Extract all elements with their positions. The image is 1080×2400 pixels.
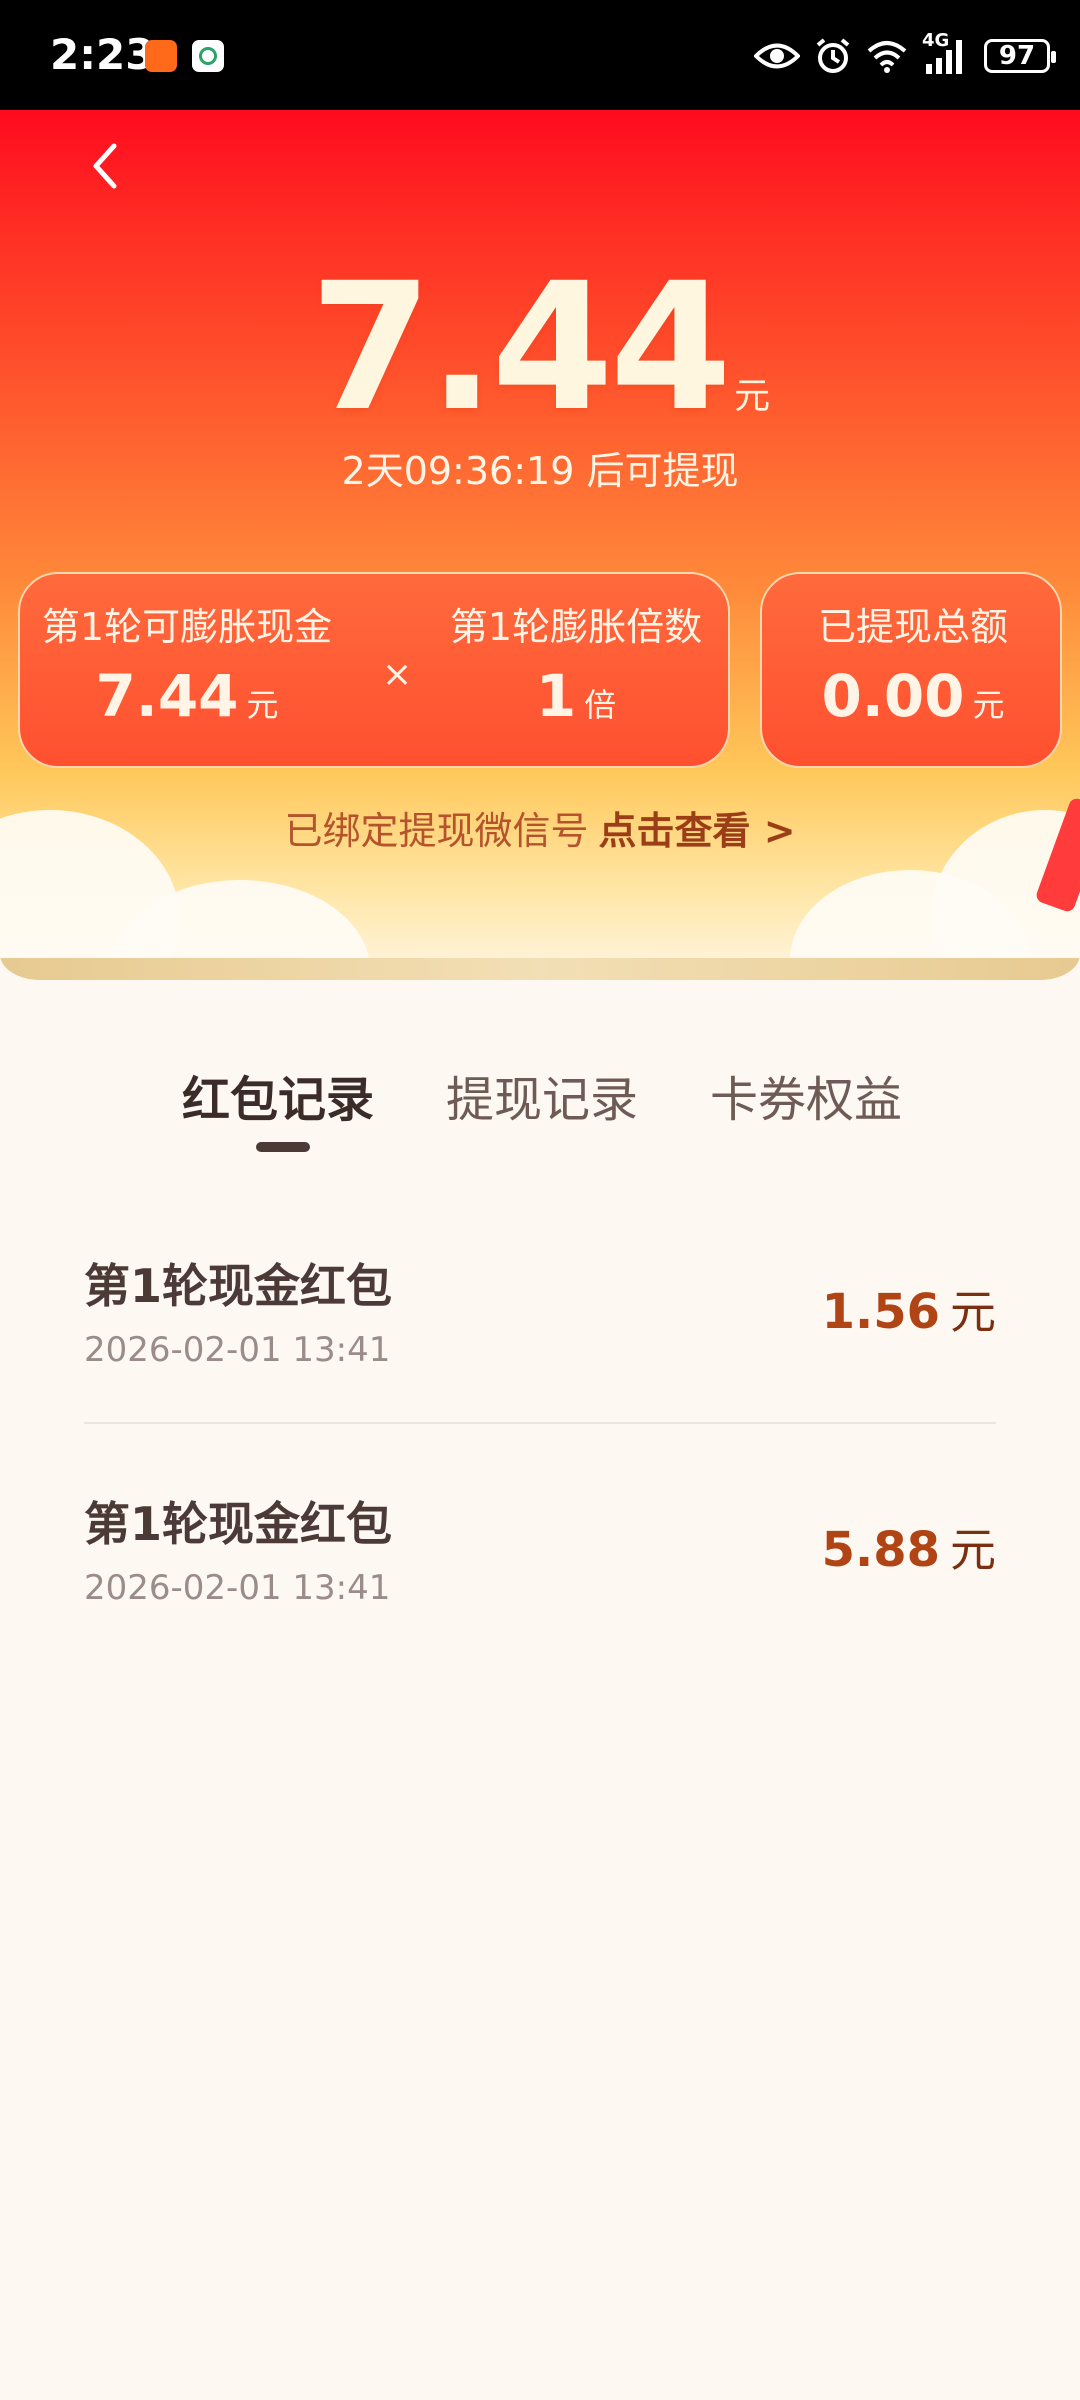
expand-cash-unit: 元 (246, 686, 279, 724)
record-amount-value: 1.56 (821, 1284, 940, 1340)
expand-cash-value: 7.44 元 (20, 666, 354, 735)
record-amount: 1.56 元 (822, 1276, 996, 1342)
balance-amount: 7.44 元 (0, 260, 1080, 436)
multiply-icon: × (382, 654, 413, 695)
tab-withdraw-records[interactable]: 提现记录 (446, 1060, 638, 1130)
record-title: 第1轮现金红包 (84, 1259, 393, 1313)
expand-cash-amount: 7.44 (95, 662, 239, 730)
withdraw-countdown: 2天09:36:19 后可提现 (341, 449, 739, 493)
tab-coupon-benefits[interactable]: 卡券权益 (710, 1060, 902, 1130)
alarm-icon (814, 36, 852, 76)
expand-cash-card: 第1轮可膨胀现金 7.44 元 × 第1轮膨胀倍数 1倍 (18, 572, 730, 768)
tab-red-packet-records[interactable]: 红包记录 (182, 1060, 374, 1130)
withdrawn-total-value: 0.00 元 (762, 666, 1064, 735)
status-time: 2:23 (50, 30, 155, 79)
app-notification-icon (145, 40, 177, 72)
balance-unit: 元 (734, 376, 771, 417)
carrier-app-icon (192, 40, 224, 72)
record-title: 第1轮现金红包 (84, 1497, 393, 1551)
list-item: 第1轮现金红包 2026-02-01 13:41 5.88 元 (84, 1488, 996, 1718)
multiplier-amount: 1 (535, 662, 577, 730)
withdrawn-total-col: 已提现总额 0.00 元 (762, 604, 1064, 735)
withdrawn-total-card: 已提现总额 0.00 元 (760, 572, 1062, 768)
header-border (0, 958, 1080, 980)
expand-cash-label: 第1轮可膨胀现金 (41, 605, 333, 649)
wechat-binding-line: 已绑定提现微信号 点击查看 > (0, 800, 1080, 855)
back-icon (93, 143, 117, 189)
divider (84, 1422, 996, 1424)
multiplier-col: 第1轮膨胀倍数 1倍 (420, 604, 732, 735)
record-amount-unit: 元 (950, 1523, 996, 1577)
balance-header: 7.44 元 2天09:36:19 后可提现 第1轮可膨胀现金 7.44 元 × 第… (0, 110, 1080, 980)
multiplier-unit: 倍 (584, 686, 617, 724)
back-button[interactable] (80, 136, 140, 196)
active-tab-indicator (256, 1142, 310, 1152)
eye-icon (754, 36, 800, 76)
record-amount-unit: 元 (950, 1285, 996, 1339)
battery-icon: 97 (984, 39, 1056, 73)
status-icons: 4G 97 (754, 32, 1056, 78)
multiplier-label: 第1轮膨胀倍数 (449, 605, 703, 649)
wifi-icon (866, 36, 908, 76)
status-bar: 2:23 4G 97 (0, 0, 1080, 110)
withdrawn-total-label: 已提现总额 (817, 605, 1008, 649)
withdrawn-total-amount: 0.00 (821, 662, 965, 730)
expand-cash-col: 第1轮可膨胀现金 7.44 元 (20, 604, 354, 735)
record-date: 2026-02-01 13:41 (84, 1568, 391, 1608)
list-item: 第1轮现金红包 2026-02-01 13:41 1.56 元 (84, 1250, 996, 1480)
withdrawn-total-unit: 元 (972, 686, 1005, 724)
multiplier-value: 1倍 (420, 666, 732, 735)
record-tabs: 红包记录 提现记录 卡券权益 (0, 1060, 1080, 1180)
record-date: 2026-02-01 13:41 (84, 1330, 391, 1370)
signal-icon: 4G (922, 32, 970, 76)
balance-value: 7.44 (309, 245, 732, 450)
view-wechat-link[interactable]: 点击查看 > (598, 809, 795, 853)
network-type: 4G (922, 30, 950, 51)
record-amount: 5.88 元 (822, 1514, 996, 1580)
wechat-bound-text: 已绑定提现微信号 (284, 809, 589, 853)
record-amount-value: 5.88 (821, 1522, 940, 1578)
